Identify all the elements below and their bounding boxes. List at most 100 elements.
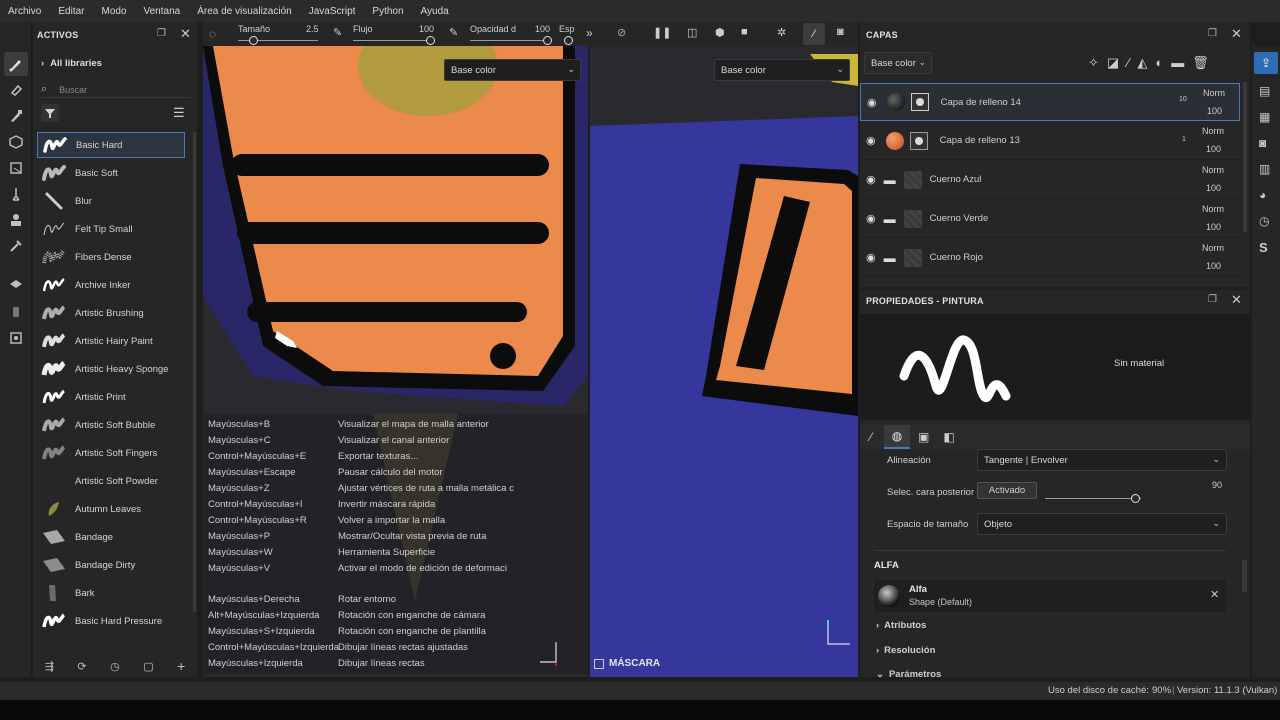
flow-slider-knob[interactable] — [426, 36, 435, 45]
uv-viewport[interactable]: Base color ⌄ Mayúsculas+B Visualizar el … — [203, 46, 588, 677]
filter-icon[interactable] — [41, 104, 59, 122]
pen-pressure-icon[interactable]: ✎ — [333, 26, 342, 39]
undock-icon[interactable]: ❐ — [1208, 28, 1217, 39]
close-icon[interactable]: ✕ — [180, 26, 191, 42]
eye-icon[interactable]: ◉ — [866, 173, 876, 186]
refresh-icon[interactable]: ⟳ — [77, 660, 86, 673]
backface-slider[interactable] — [1045, 498, 1141, 499]
history-icon[interactable]: ◷ — [110, 660, 120, 673]
brush-item-bark[interactable]: Bark — [37, 580, 185, 606]
alpha-slot[interactable]: Alfa Shape (Default) ✕ — [874, 580, 1226, 612]
brush-item-felt-tip-small[interactable]: Felt Tip Small — [37, 216, 185, 242]
right-channel-dropdown[interactable]: Base color ⌄ — [714, 59, 850, 81]
fill-layer-icon[interactable]: ◭ — [1137, 55, 1147, 71]
clone-icon[interactable] — [4, 208, 28, 232]
alignment-dropdown[interactable]: Tangente | Envolver ⌄ — [977, 449, 1227, 471]
brush-item-artistic-hairy-paint[interactable]: Artistic Hairy Paint — [37, 328, 185, 354]
brush-item-artistic-soft-powder[interactable]: Artistic Soft Powder — [37, 468, 185, 494]
clipboard-icon[interactable]: ▥ — [1259, 162, 1270, 176]
properties-scrollbar[interactable] — [1242, 560, 1247, 592]
folder-icon[interactable]: ▢ — [143, 660, 153, 673]
magic-wand-icon[interactable]: ✧ — [1088, 55, 1099, 71]
search-input[interactable]: Buscar — [59, 85, 87, 95]
effect-icon[interactable]: ◐ — [1155, 55, 1163, 71]
paint-brush-icon[interactable] — [4, 52, 28, 76]
shader-icon[interactable]: ◕ — [1259, 188, 1266, 202]
brush-item-basic-hard[interactable]: Basic Hard — [37, 132, 185, 158]
delete-icon[interactable]: 🗑 — [1192, 55, 1209, 71]
layer-opacity[interactable]: 100 — [1206, 144, 1221, 154]
smudge-icon[interactable] — [4, 182, 28, 206]
flow-slider[interactable] — [353, 40, 433, 41]
eye-icon[interactable]: ◉ — [866, 251, 876, 264]
material-picker-icon[interactable] — [4, 272, 28, 296]
brush-item-basic-soft[interactable]: Basic Soft — [37, 160, 185, 186]
measure-icon[interactable] — [4, 326, 28, 350]
display-settings-icon[interactable]: ▦ — [1259, 110, 1270, 124]
layer-row[interactable]: ◉ ▬ Cuerno Azul Norm 100 — [860, 161, 1240, 199]
left-channel-dropdown[interactable]: Base color ⌄ — [444, 59, 581, 81]
backface-toggle[interactable]: Activado — [977, 482, 1037, 499]
close-icon[interactable]: ✕ — [1231, 26, 1242, 42]
camera-settings-icon[interactable]: ◙ — [1259, 136, 1266, 150]
opacity-slider-knob[interactable] — [543, 36, 552, 45]
layers-channel-dropdown[interactable]: Base color ⌄ — [864, 52, 932, 74]
brush-item-bandage-dirty[interactable]: Bandage Dirty — [37, 552, 185, 578]
layer-blend[interactable]: Norm — [1202, 165, 1224, 175]
brush-item-artistic-heavy-sponge[interactable]: Artistic Heavy Sponge — [37, 356, 185, 382]
brush-item-blur[interactable]: Blur — [37, 188, 185, 214]
layer-row[interactable]: ◉ ▬ Cuerno Rojo Norm 100 — [860, 239, 1240, 277]
layer-opacity[interactable]: 100 — [1207, 106, 1222, 116]
eye-icon[interactable]: ◉ — [867, 96, 877, 109]
bake-icon[interactable] — [4, 300, 28, 324]
paint-mode-icon[interactable]: ⁄ — [803, 23, 825, 45]
spacing-slider-knob[interactable] — [564, 36, 573, 45]
sort-icon[interactable]: ⇶ — [45, 660, 54, 673]
layer-opacity[interactable]: 100 — [1206, 222, 1221, 232]
tab-alpha-icon[interactable]: ▣ — [918, 430, 929, 444]
remove-alpha-icon[interactable]: ✕ — [1210, 588, 1219, 601]
brush-item-artistic-soft-bubble[interactable]: Artistic Soft Bubble — [37, 412, 185, 438]
menu-python[interactable]: Python — [372, 6, 403, 17]
expand-toolbar-icon[interactable]: » — [586, 26, 593, 40]
menu-editar[interactable]: Editar — [58, 6, 84, 17]
undock-icon[interactable]: ❐ — [1208, 294, 1217, 305]
paint-layer-icon[interactable]: ⁄ — [1127, 55, 1129, 71]
tab-material-icon[interactable]: ◍ — [884, 425, 911, 449]
brush-item-autumn-leaves[interactable]: Autumn Leaves — [37, 496, 185, 522]
opacity-slider[interactable] — [470, 40, 550, 41]
layer-blend[interactable]: Norm — [1202, 126, 1224, 136]
split-view-icon[interactable]: ◫ — [687, 26, 697, 39]
menu-ayuda[interactable]: Ayuda — [421, 6, 449, 17]
polygon-fill-icon[interactable] — [4, 156, 28, 180]
projection-icon[interactable] — [4, 104, 28, 128]
lazy-mouse-icon[interactable]: ◌ — [209, 27, 216, 41]
camera-mode-icon[interactable]: ■ — [741, 26, 748, 38]
backface-slider-knob[interactable] — [1131, 494, 1140, 503]
history-icon[interactable]: ◷ — [1259, 214, 1269, 228]
menu-area-visualizacion[interactable]: Área de visualización — [197, 6, 292, 17]
brush-item-artistic-soft-fingers[interactable]: Artistic Soft Fingers — [37, 440, 185, 466]
light-icon[interactable]: ✲ — [777, 26, 786, 39]
size-slider-knob[interactable] — [249, 36, 258, 45]
list-view-icon[interactable]: ☰ — [173, 105, 185, 121]
symmetry-icon[interactable]: ⊘ — [617, 26, 626, 39]
color-picker-icon[interactable] — [4, 234, 28, 258]
layer-row[interactable]: ◉ Capa de relleno 14 10 Norm 100 — [860, 83, 1240, 121]
layer-row[interactable]: ◉ ▬ Cuerno Verde Norm 100 — [860, 200, 1240, 238]
opacity-pressure-icon[interactable]: ✎ — [449, 26, 458, 39]
menu-javascript[interactable]: JavaScript — [309, 6, 356, 17]
texture-set-icon[interactable]: ▤ — [1259, 84, 1270, 98]
folder-icon[interactable]: ▬ — [1171, 55, 1184, 71]
brush-item-basic-hard-pressure[interactable]: Basic Hard Pressure — [37, 608, 185, 634]
menu-ventana[interactable]: Ventana — [144, 6, 181, 17]
mask-add-icon[interactable]: ◪ — [1107, 55, 1119, 71]
close-icon[interactable]: ✕ — [1231, 292, 1242, 308]
substance-logo-icon[interactable]: S — [1259, 240, 1268, 255]
menu-archivo[interactable]: Archivo — [8, 6, 41, 17]
asset-search[interactable]: ⌕ Buscar — [41, 82, 191, 98]
section-parametros[interactable]: ⌄ Parámetros — [876, 669, 941, 680]
geometry-fill-icon[interactable] — [4, 130, 28, 154]
export-icon[interactable]: ⇪ — [1254, 52, 1278, 74]
layer-blend[interactable]: Norm — [1202, 204, 1224, 214]
